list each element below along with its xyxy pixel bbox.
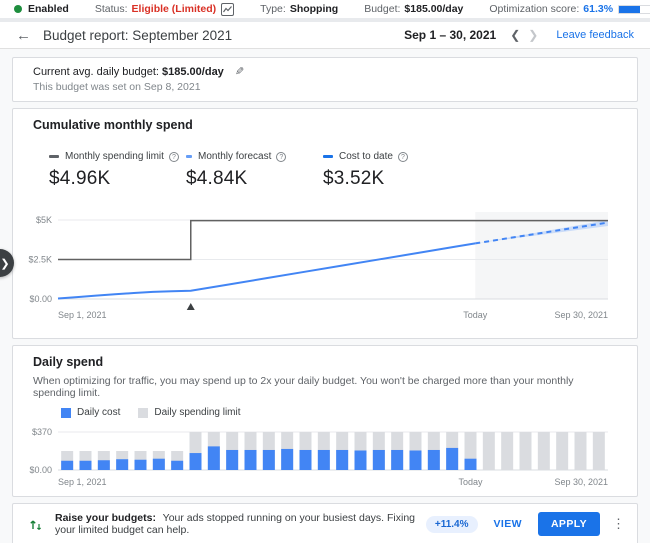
edit-budget-pencil-icon[interactable]: ✎ [235,65,244,78]
cost-to-date-label: Cost to date [339,151,393,162]
forecast-label: Monthly forecast [198,151,272,162]
status-label: Status: [94,3,128,15]
svg-text:$0.00: $0.00 [29,465,52,475]
svg-text:Sep 1, 2021: Sep 1, 2021 [58,310,107,320]
daily-limit-swatch-icon [138,407,149,418]
budget-group: Budget: $185.00/day [364,3,463,15]
status-group: Status: Eligible (Limited) [94,2,235,16]
cumulative-spend-card: Cumulative monthly spend Monthly spendin… [12,108,638,339]
optimization-score-bar [618,4,650,14]
svg-text:Sep 30, 2021: Sep 30, 2021 [554,477,608,487]
optimization-score-value: 61.3% [583,3,614,15]
forecast-help-icon[interactable]: ? [276,151,287,162]
budget-set-note: This budget was set on Sep 8, 2021 [33,81,201,93]
uplift-badge: +11.4% [425,515,478,533]
page-title: Budget report: September 2021 [43,27,233,43]
current-budget-label: Current avg. daily budget: [33,66,159,78]
daily-spend-chart: $370 $0.00 Sep 1, 2021 Today Sep 30, 2021 [29,427,608,487]
metric-monthly-spending-limit: Monthly spending limit ? $4.96K [49,151,186,190]
spending-limit-value: $4.96K [49,168,111,189]
status-value: Eligible (Limited) [131,3,217,15]
forecast-swatch-icon [186,155,192,158]
cumulative-section-title: Cumulative monthly spend [33,118,193,132]
cumulative-metrics: Monthly spending limit ? $4.96K Monthly … [13,151,637,190]
status-toolbar: Enabled Status: Eligible (Limited) Type:… [0,0,650,22]
spending-limit-help-icon[interactable]: ? [168,151,179,162]
forecast-value: $4.84K [186,168,248,189]
uplift-arrows-icon [29,517,43,531]
daily-section-title: Daily spend [33,355,104,369]
optimization-score-bar-fill [619,5,640,13]
status-history-chart-icon[interactable] [221,2,235,16]
enabled-label: Enabled [28,3,69,15]
more-options-dots-icon[interactable]: ⋮ [612,516,625,532]
apply-button[interactable]: APPLY [537,512,600,536]
daily-limit-legend-label: Daily spending limit [154,407,241,418]
current-budget-card: Current avg. daily budget: $185.00/day ✎… [12,57,638,102]
daily-description: When optimizing for traffic, you may spe… [33,375,574,399]
spending-limit-label: Monthly spending limit [65,151,164,162]
svg-text:$0.00: $0.00 [29,294,52,304]
budget-value: $185.00/day [404,3,464,15]
leave-feedback-link[interactable]: Leave feedback [556,29,634,41]
type-value: Shopping [289,3,339,15]
metric-cost-to-date: Cost to date ? $3.52K [323,151,460,190]
daily-spend-card: Daily spend When optimizing for traffic,… [12,345,638,497]
cumulative-chart: $5K $2.5K $0.00 Sep 1, 2021 Today Sep 30, 202… [28,212,609,320]
svg-text:Today: Today [458,477,483,487]
type-label: Type: [260,3,286,15]
back-arrow-icon[interactable]: ← [16,28,31,43]
view-button[interactable]: VIEW [494,518,522,530]
cost-to-date-swatch-icon [323,155,333,158]
svg-text:$2.5K: $2.5K [28,255,52,265]
daily-cost-swatch-icon [61,407,71,418]
recommendation-title: Raise your budgets: [55,512,156,524]
svg-text:$370: $370 [32,427,52,437]
daily-cost-legend-item: Daily cost [61,407,120,418]
current-budget-value: $185.00/day [162,66,224,78]
optimization-score-group: Optimization score: 61.3% [489,3,650,15]
next-period-chevron-icon[interactable]: ❯ [528,28,538,42]
daily-legend: Daily cost Daily spending limit [13,407,637,418]
type-group: Type: Shopping [260,3,338,15]
prev-period-chevron-icon[interactable]: ❮ [510,28,520,42]
enabled-dot-icon [14,5,22,13]
svg-text:$5K: $5K [36,215,52,225]
svg-text:Sep 30, 2021: Sep 30, 2021 [554,310,608,320]
cost-to-date-value: $3.52K [323,168,385,189]
budget-label: Budget: [364,3,401,15]
spending-limit-swatch-icon [49,155,59,158]
svg-text:Today: Today [463,310,488,320]
date-range[interactable]: Sep 1 – 30, 2021 [404,28,496,42]
page-header: ← Budget report: September 2021 Sep 1 – … [0,22,650,49]
daily-limit-legend-item: Daily spending limit [138,407,241,418]
enabled-chip[interactable]: Enabled [14,3,69,15]
chevron-right-icon: ❯ [0,257,10,270]
daily-cost-legend-label: Daily cost [77,407,121,418]
cost-to-date-help-icon[interactable]: ? [397,151,408,162]
svg-text:Sep 1, 2021: Sep 1, 2021 [58,477,107,487]
main-content: Current avg. daily budget: $185.00/day ✎… [0,49,650,543]
optimization-score-label: Optimization score: [489,3,580,15]
metric-monthly-forecast: Monthly forecast ? $4.84K [186,151,323,190]
recommendation-card: Raise your budgets: Your ads stopped run… [12,503,638,543]
